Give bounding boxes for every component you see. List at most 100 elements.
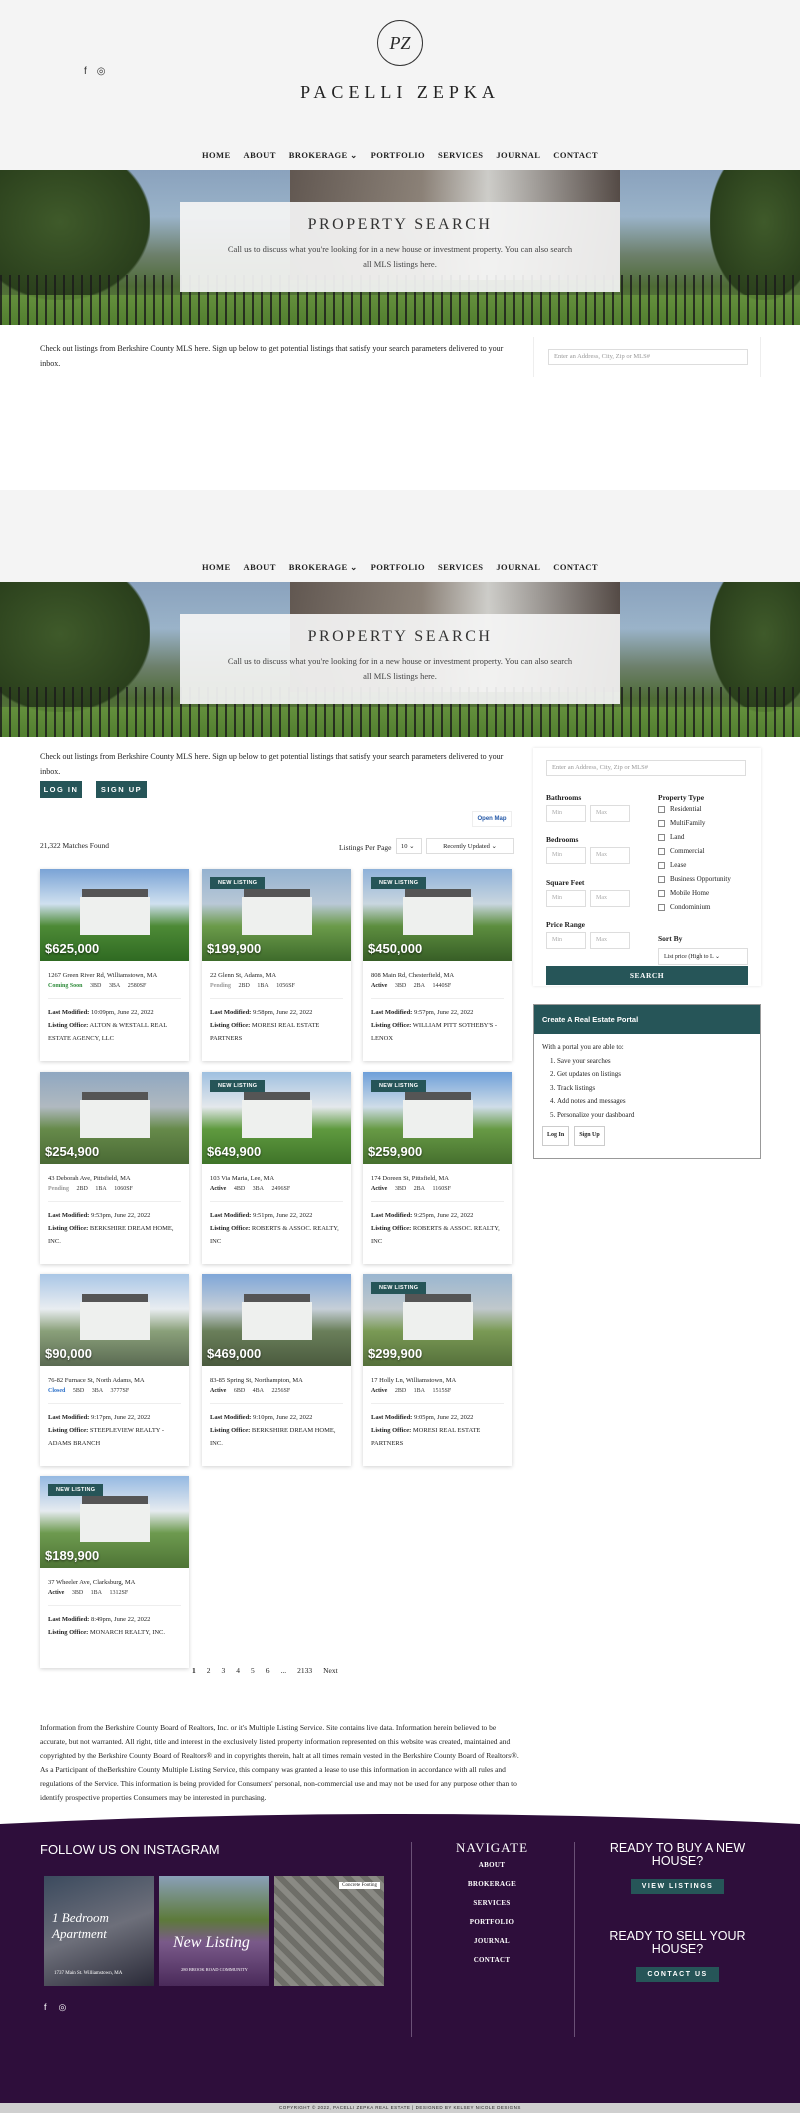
checkbox[interactable] bbox=[658, 889, 665, 897]
portal-login-button[interactable]: Log In bbox=[542, 1126, 570, 1146]
logo[interactable]: PZ PACELLI ZEPKA bbox=[0, 20, 800, 103]
listing-address[interactable]: 1267 Green River Rd, Williamstown, MA bbox=[40, 961, 189, 979]
listing-address[interactable]: 37 Wheeler Ave, Clarksburg, MA bbox=[40, 1568, 189, 1586]
nav-item-contact[interactable]: CONTACT bbox=[553, 150, 598, 160]
listing-photo[interactable]: NEW LISTING $450,000 bbox=[363, 869, 512, 961]
page-link[interactable]: 2 bbox=[207, 1666, 211, 1675]
sqft-min-input[interactable]: Min bbox=[546, 890, 586, 907]
open-map-button[interactable]: Open Map bbox=[472, 811, 512, 827]
footer-nav-contact[interactable]: CONTACT bbox=[412, 1956, 572, 1964]
listing-card[interactable]: $469,000 83-85 Spring St, Northampton, M… bbox=[202, 1274, 351, 1466]
listing-photo[interactable]: NEW LISTING $299,900 bbox=[363, 1274, 512, 1366]
property-type-option[interactable]: Mobile Home bbox=[658, 889, 709, 897]
bedrooms-max-input[interactable]: Max bbox=[590, 847, 630, 864]
listing-photo[interactable]: NEW LISTING $189,900 bbox=[40, 1476, 189, 1568]
bedrooms-min-input[interactable]: Min bbox=[546, 847, 586, 864]
footer-nav-about[interactable]: ABOUT bbox=[412, 1861, 572, 1869]
listing-card[interactable]: NEW LISTING $199,900 22 Glenn St, Adams,… bbox=[202, 869, 351, 1061]
listing-address[interactable]: 76-82 Furnace St, North Adams, MA bbox=[40, 1366, 189, 1384]
checkbox[interactable] bbox=[658, 819, 665, 827]
page-link[interactable]: 4 bbox=[236, 1666, 240, 1675]
listing-photo[interactable]: NEW LISTING $649,900 bbox=[202, 1072, 351, 1164]
nav-item-portfolio[interactable]: PORTFOLIO bbox=[371, 562, 425, 572]
listing-address[interactable]: 22 Glenn St, Adams, MA bbox=[202, 961, 351, 979]
instagram-post[interactable]: New Listing 280 BROOK ROAD COMMUNITY bbox=[159, 1876, 269, 1986]
nav-item-journal[interactable]: JOURNAL bbox=[496, 150, 540, 160]
checkbox[interactable] bbox=[658, 847, 665, 855]
listing-card[interactable]: NEW LISTING $299,900 17 Holly Ln, Willia… bbox=[363, 1274, 512, 1466]
instagram-icon[interactable]: ◎ bbox=[59, 2002, 67, 2013]
listing-photo[interactable]: $90,000 bbox=[40, 1274, 189, 1366]
listing-card[interactable]: NEW LISTING $189,900 37 Wheeler Ave, Cla… bbox=[40, 1476, 189, 1668]
listing-address[interactable]: 103 Via Maria, Lee, MA bbox=[202, 1164, 351, 1182]
listing-card[interactable]: $625,000 1267 Green River Rd, Williamsto… bbox=[40, 869, 189, 1061]
sqft-max-input[interactable]: Max bbox=[590, 890, 630, 907]
nav-item-home[interactable]: HOME bbox=[202, 562, 231, 572]
listing-photo[interactable]: $625,000 bbox=[40, 869, 189, 961]
listing-photo[interactable]: NEW LISTING $259,900 bbox=[363, 1072, 512, 1164]
instagram-post[interactable]: 1 Bedroom Apartment 1737 Main St. Willia… bbox=[44, 1876, 154, 1986]
listing-address[interactable]: 17 Holly Ln, Williamstown, MA bbox=[363, 1366, 512, 1384]
checkbox[interactable] bbox=[658, 833, 665, 841]
listings-per-page-select[interactable]: 10 ⌄ bbox=[396, 838, 422, 854]
view-listings-button[interactable]: VIEW LISTINGS bbox=[630, 1879, 725, 1894]
listing-card[interactable]: $254,900 43 Deborah Ave, Pittsfield, MA … bbox=[40, 1072, 189, 1264]
listing-photo[interactable]: $254,900 bbox=[40, 1072, 189, 1164]
footer-nav-journal[interactable]: JOURNAL bbox=[412, 1937, 572, 1945]
footer-nav-services[interactable]: SERVICES bbox=[412, 1899, 572, 1907]
page-link[interactable]: 2133 bbox=[297, 1666, 312, 1675]
address-search-input[interactable]: Enter an Address, City, Zip or MLS# bbox=[546, 760, 746, 776]
next-page-link[interactable]: Next bbox=[323, 1666, 338, 1675]
listing-address[interactable]: 808 Main Rd, Chesterfield, MA bbox=[363, 961, 512, 979]
listing-card[interactable]: NEW LISTING $450,000 808 Main Rd, Cheste… bbox=[363, 869, 512, 1061]
checkbox[interactable] bbox=[658, 805, 665, 813]
property-type-option[interactable]: Lease bbox=[658, 861, 686, 869]
listing-photo[interactable]: $469,000 bbox=[202, 1274, 351, 1366]
checkbox[interactable] bbox=[658, 903, 665, 911]
property-type-option[interactable]: MultiFamily bbox=[658, 819, 705, 827]
nav-item-portfolio[interactable]: PORTFOLIO bbox=[371, 150, 425, 160]
listing-card[interactable]: NEW LISTING $649,900 103 Via Maria, Lee,… bbox=[202, 1072, 351, 1264]
page-link[interactable]: 1 bbox=[192, 1666, 196, 1675]
nav-item-services[interactable]: SERVICES bbox=[438, 150, 483, 160]
address-search-input[interactable]: Enter an Address, City, Zip or MLS# bbox=[548, 349, 748, 365]
price-min-input[interactable]: Min bbox=[546, 932, 586, 949]
nav-item-journal[interactable]: JOURNAL bbox=[496, 562, 540, 572]
listing-card[interactable]: NEW LISTING $259,900 174 Doreen St, Pitt… bbox=[363, 1072, 512, 1264]
signup-button[interactable]: SIGN UP bbox=[96, 781, 147, 798]
listing-photo[interactable]: NEW LISTING $199,900 bbox=[202, 869, 351, 961]
page-link[interactable]: 3 bbox=[222, 1666, 226, 1675]
listing-address[interactable]: 83-85 Spring St, Northampton, MA bbox=[202, 1366, 351, 1384]
login-button[interactable]: LOG IN bbox=[40, 781, 82, 798]
facebook-icon[interactable]: f bbox=[44, 2002, 47, 2013]
bathrooms-min-input[interactable]: Min bbox=[546, 805, 586, 822]
contact-us-button[interactable]: CONTACT US bbox=[636, 1967, 719, 1982]
listing-card[interactable]: $90,000 76-82 Furnace St, North Adams, M… bbox=[40, 1274, 189, 1466]
instagram-post[interactable]: Concrete Footing bbox=[274, 1876, 384, 1986]
property-type-option[interactable]: Land bbox=[658, 833, 684, 841]
property-type-option[interactable]: Business Opportunity bbox=[658, 875, 731, 883]
portal-signup-button[interactable]: Sign Up bbox=[574, 1126, 605, 1146]
bathrooms-max-input[interactable]: Max bbox=[590, 805, 630, 822]
page-link[interactable]: 6 bbox=[266, 1666, 270, 1675]
footer-nav-portfolio[interactable]: PORTFOLIO bbox=[412, 1918, 572, 1926]
property-type-option[interactable]: Residential bbox=[658, 805, 702, 813]
page-link[interactable]: 5 bbox=[251, 1666, 255, 1675]
nav-item-services[interactable]: SERVICES bbox=[438, 562, 483, 572]
property-type-option[interactable]: Condominium bbox=[658, 903, 710, 911]
listing-address[interactable]: 43 Deborah Ave, Pittsfield, MA bbox=[40, 1164, 189, 1182]
footer-nav-brokerage[interactable]: BROKERAGE bbox=[412, 1880, 572, 1888]
nav-item-contact[interactable]: CONTACT bbox=[553, 562, 598, 572]
nav-item-about[interactable]: ABOUT bbox=[244, 562, 276, 572]
listing-address[interactable]: 174 Doreen St, Pittsfield, MA bbox=[363, 1164, 512, 1182]
nav-item-about[interactable]: ABOUT bbox=[244, 150, 276, 160]
nav-item-brokerage[interactable]: BROKERAGE ⌄ bbox=[289, 562, 358, 573]
property-type-option[interactable]: Commercial bbox=[658, 847, 705, 855]
checkbox[interactable] bbox=[658, 861, 665, 869]
nav-item-brokerage[interactable]: BROKERAGE ⌄ bbox=[289, 150, 358, 161]
sort-by-select[interactable]: List price (High to L ⌄ bbox=[658, 948, 748, 965]
checkbox[interactable] bbox=[658, 875, 665, 883]
nav-item-home[interactable]: HOME bbox=[202, 150, 231, 160]
search-button[interactable]: SEARCH bbox=[546, 966, 748, 985]
sort-order-select[interactable]: Recently Updated ⌄ bbox=[426, 838, 514, 854]
